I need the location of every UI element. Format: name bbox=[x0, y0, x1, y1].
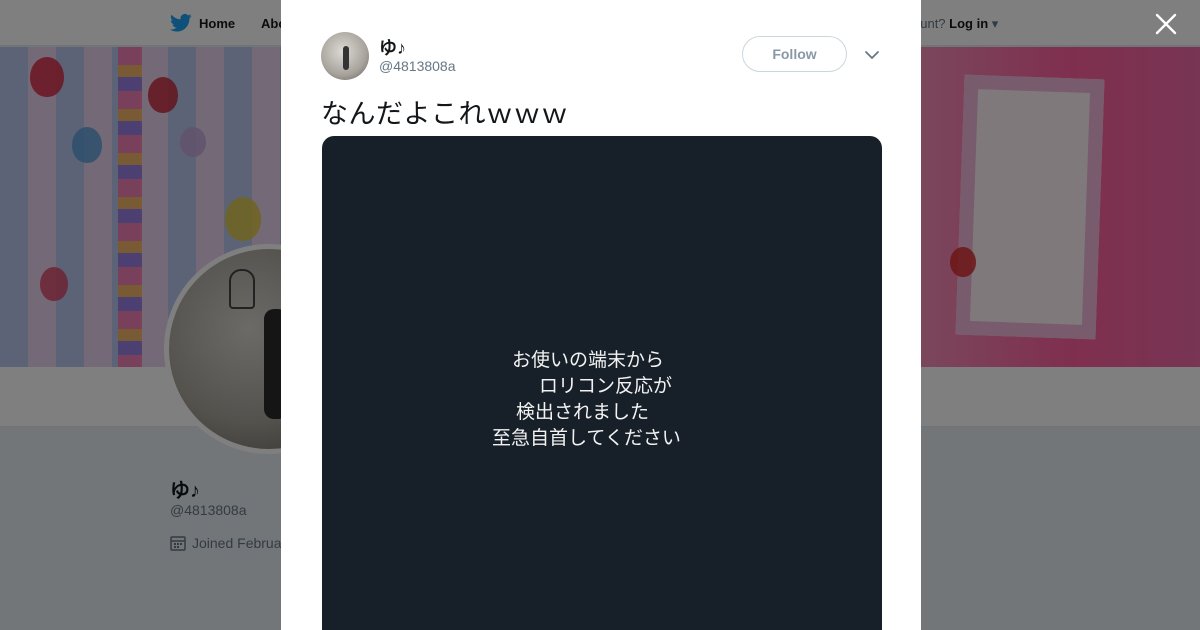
author-handle[interactable]: @4813808a bbox=[379, 58, 456, 74]
tweet-text: なんだよこれｗｗｗ bbox=[321, 99, 569, 129]
chevron-down-icon[interactable] bbox=[863, 46, 881, 64]
media-text-line: ロリコン反応が bbox=[539, 376, 673, 397]
tweet-modal: ゆ♪ @4813808a Follow なんだよこれｗｗｗ お使いの端末から ロ… bbox=[281, 0, 921, 630]
author-avatar-figure bbox=[343, 46, 349, 70]
follow-button[interactable]: Follow bbox=[742, 36, 847, 72]
close-icon[interactable] bbox=[1154, 12, 1178, 36]
media-text-line: お使いの端末から bbox=[512, 350, 665, 371]
media-text-line: 検出されました bbox=[516, 402, 650, 423]
media-text-line: 至急自首してください bbox=[492, 428, 681, 449]
author-name[interactable]: ゆ♪ bbox=[379, 34, 406, 60]
tweet-media-image[interactable]: お使いの端末から ロリコン反応が 検出されました 至急自首してください bbox=[322, 136, 882, 630]
author-avatar[interactable] bbox=[321, 32, 369, 80]
